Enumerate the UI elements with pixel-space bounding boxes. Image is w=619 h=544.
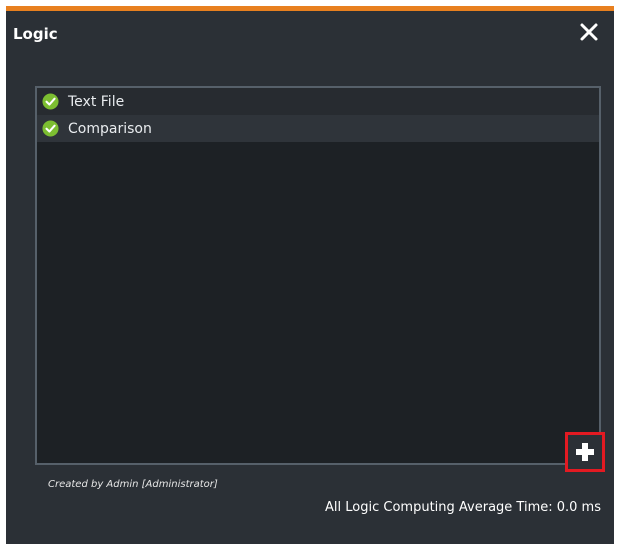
close-icon — [580, 23, 598, 41]
close-button[interactable] — [576, 19, 602, 45]
list-item-label: Text File — [68, 93, 125, 110]
check-circle-icon — [42, 93, 59, 110]
list-item-label: Comparison — [68, 120, 152, 137]
check-circle-icon — [42, 120, 59, 137]
dialog-title: Logic — [13, 25, 58, 43]
plus-icon — [576, 443, 594, 461]
list-item-text-file[interactable]: Text File — [37, 88, 599, 115]
list-item-comparison[interactable]: Comparison — [37, 115, 599, 142]
logic-list[interactable]: Text File Comparison — [35, 86, 601, 465]
logic-dialog: Logic Text File Comparison Created by Ad… — [6, 6, 614, 544]
created-by-text: Created by Admin [Administrator] — [48, 479, 218, 490]
average-time-text: All Logic Computing Average Time: 0.0 ms — [325, 500, 601, 515]
add-logic-button[interactable] — [565, 432, 605, 472]
